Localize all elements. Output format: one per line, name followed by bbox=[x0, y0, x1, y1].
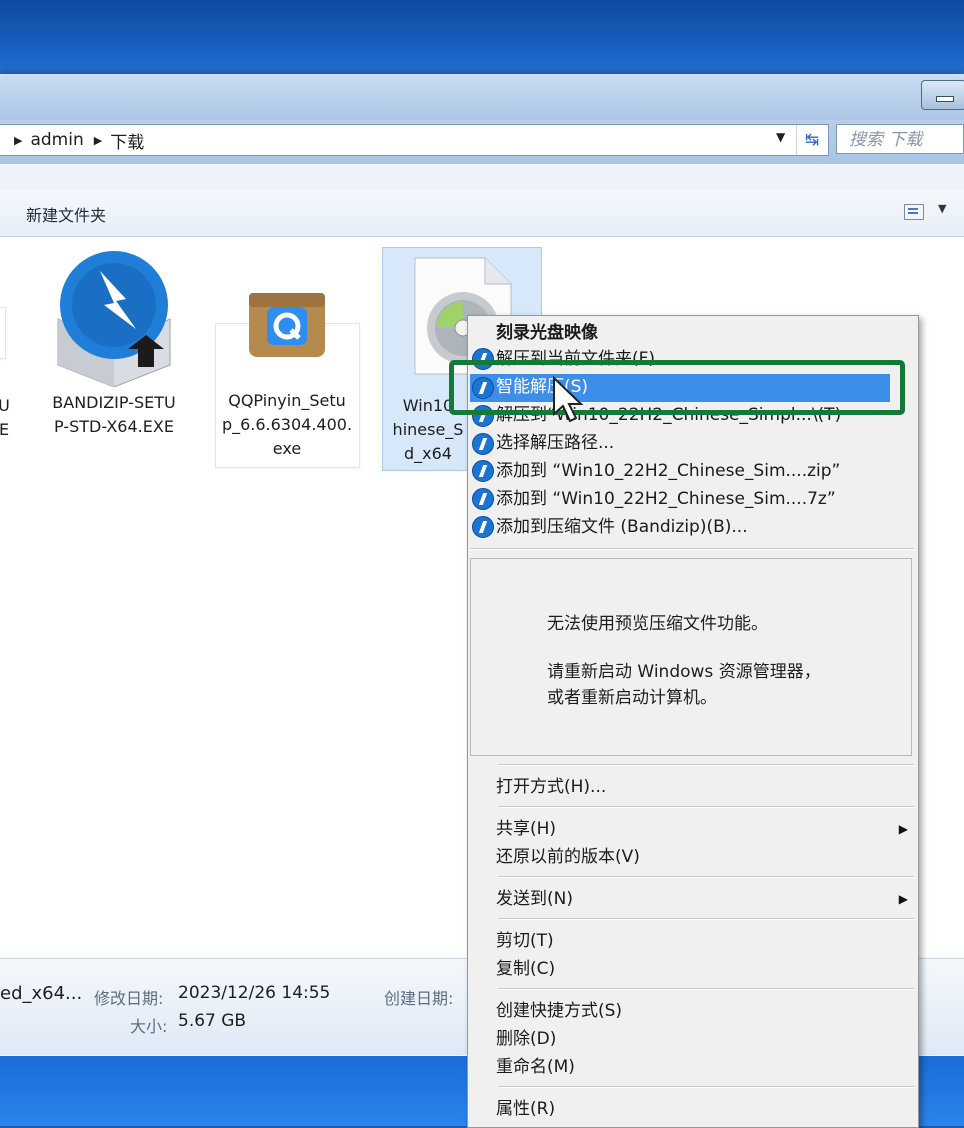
created-date-label: 创建日期: bbox=[384, 989, 454, 1008]
preview-message: 无法使用预览压缩文件功能。 bbox=[547, 614, 768, 634]
refresh-icon[interactable]: ↹ bbox=[796, 125, 827, 155]
address-bar[interactable]: ▶ admin ▶ 下载 ▼ ↹ bbox=[0, 124, 829, 156]
menu-separator bbox=[498, 988, 914, 990]
minimize-button[interactable] bbox=[921, 80, 964, 110]
mouse-cursor-icon bbox=[553, 376, 584, 423]
menu-separator bbox=[498, 1086, 914, 1088]
menu-separator bbox=[498, 876, 914, 878]
breadcrumb-arrow-icon: ▶ bbox=[93, 133, 103, 147]
breadcrumb-admin[interactable]: ▶ admin bbox=[0, 130, 84, 150]
menu-item-choose-path[interactable]: 选择解压路径... bbox=[496, 430, 614, 456]
file-name-line: U bbox=[0, 396, 10, 415]
breadcrumb-label: 下载 bbox=[110, 132, 145, 153]
menu-item-delete[interactable]: 删除(D) bbox=[496, 1026, 556, 1052]
menu-item-properties[interactable]: 属性(R) bbox=[496, 1096, 555, 1122]
new-folder-button[interactable]: 新建文件夹 bbox=[26, 202, 106, 226]
bandizip-icon bbox=[472, 460, 494, 482]
breadcrumb-label: admin bbox=[30, 130, 84, 150]
modified-date-value: 2023/12/26 14:55 bbox=[178, 983, 331, 1003]
size-value: 5.67 GB bbox=[178, 1011, 247, 1031]
menu-item-add-archive[interactable]: 添加到压缩文件 (Bandizip)(B)... bbox=[496, 514, 748, 540]
menu-item-add-7z[interactable]: 添加到 “Win10_22H2_Chinese_Sim....7z” bbox=[496, 486, 836, 512]
file-name-line: exe bbox=[272, 439, 302, 458]
menu-item-create-shortcut[interactable]: 创建快捷方式(S) bbox=[496, 998, 622, 1024]
modified-date-label: 修改日期: bbox=[94, 989, 164, 1008]
menu-separator bbox=[498, 918, 914, 920]
search-input[interactable]: 搜索 下载 bbox=[836, 124, 964, 154]
menu-item-copy[interactable]: 复制(C) bbox=[496, 956, 555, 982]
file-item-bandizip[interactable]: BANDIZIP-SETU P-STD-X64.EXE bbox=[36, 247, 192, 439]
bandizip-icon bbox=[472, 433, 494, 455]
breadcrumb-arrow-icon: ▶ bbox=[14, 133, 23, 147]
menu-item-add-zip[interactable]: 添加到 “Win10_22H2_Chinese_Sim....zip” bbox=[496, 458, 840, 484]
view-options-icon[interactable] bbox=[904, 204, 924, 220]
file-item-partial[interactable]: U E bbox=[0, 394, 14, 442]
menu-item-restore-versions[interactable]: 还原以前的版本(V) bbox=[496, 844, 640, 870]
file-icon-area bbox=[212, 247, 362, 385]
view-dropdown-icon[interactable]: ▼ bbox=[938, 202, 946, 215]
file-name-line: QQPinyin_Setu bbox=[228, 391, 346, 410]
menu-item-burn-disc-image[interactable]: 刻录光盘映像 bbox=[496, 320, 598, 346]
menu-strip bbox=[0, 164, 964, 191]
annotation-highlight-box bbox=[449, 360, 905, 415]
address-row: ▶ admin ▶ 下载 ▼ ↹ 搜索 下载 bbox=[0, 120, 964, 164]
menu-separator bbox=[498, 764, 914, 766]
minimize-icon bbox=[936, 96, 954, 102]
file-thumbnail bbox=[0, 307, 6, 359]
submenu-arrow-icon: ▶ bbox=[898, 822, 908, 836]
title-bar bbox=[0, 76, 964, 120]
context-menu: 刻录光盘映像 解压到当前文件夹(F) 智能解压(S) 解压到“Win10_22H… bbox=[467, 315, 919, 1128]
desktop-background bbox=[0, 0, 964, 78]
bandizip-icon bbox=[472, 488, 494, 510]
command-toolbar: 新建文件夹 ▼ bbox=[0, 190, 964, 237]
selected-file-name: ed_x64... bbox=[0, 983, 83, 1004]
menu-separator bbox=[498, 806, 914, 808]
file-item-qqpinyin[interactable]: QQPinyin_Setu p_6.6.6304.400. exe bbox=[212, 247, 362, 461]
size-label: 大小: bbox=[130, 1017, 168, 1036]
menu-item-share[interactable]: 共享(H) bbox=[496, 816, 556, 842]
file-name-line: BANDIZIP-SETU bbox=[52, 393, 176, 412]
menu-item-cut[interactable]: 剪切(T) bbox=[496, 928, 554, 954]
file-name-line: E bbox=[0, 420, 10, 439]
file-name-line: d_x64 bbox=[404, 444, 452, 463]
address-dropdown-icon[interactable]: ▼ bbox=[776, 130, 785, 144]
qqpinyin-installer-icon bbox=[249, 293, 325, 357]
preview-message: 请重新启动 Windows 资源管理器， bbox=[547, 662, 821, 682]
bandizip-installer-icon bbox=[57, 251, 171, 387]
archive-preview-panel: 无法使用预览压缩文件功能。 请重新启动 Windows 资源管理器， 或者重新启… bbox=[470, 558, 912, 756]
file-name-line: p_6.6.6304.400. bbox=[221, 415, 353, 434]
breadcrumb-downloads[interactable]: ▶ 下载 bbox=[90, 128, 144, 153]
preview-message: 或者重新启动计算机。 bbox=[547, 688, 717, 708]
bandizip-icon bbox=[472, 516, 494, 538]
file-name-line: hinese_S bbox=[392, 420, 464, 439]
file-name-line: P-STD-X64.EXE bbox=[54, 417, 174, 436]
menu-item-open-with[interactable]: 打开方式(H)... bbox=[496, 774, 606, 800]
menu-item-send-to[interactable]: 发送到(N) bbox=[496, 886, 573, 912]
menu-separator bbox=[470, 548, 914, 550]
menu-item-rename[interactable]: 重命名(M) bbox=[496, 1054, 575, 1080]
submenu-arrow-icon: ▶ bbox=[898, 892, 908, 906]
